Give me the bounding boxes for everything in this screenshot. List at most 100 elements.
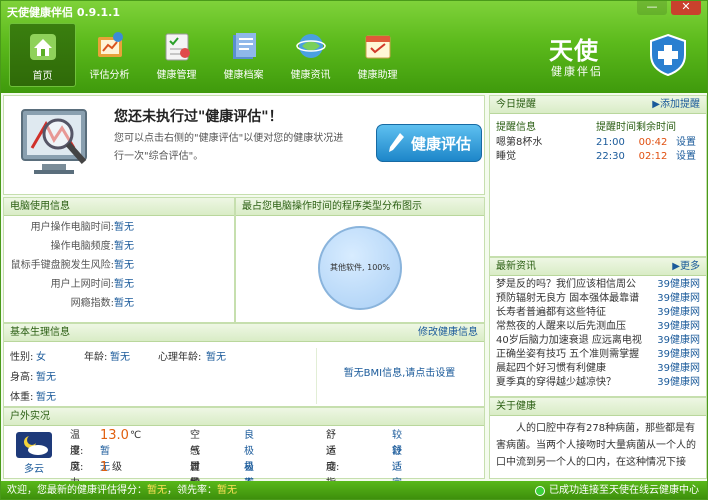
nav-home-label: 首页 (32, 71, 53, 82)
news-headline: 晨起四个好习惯有利健康 (496, 363, 606, 374)
weight-value: 暂无 (36, 392, 56, 403)
news-item[interactable]: 40岁后脑力加速衰退 应远离电视 39健康网 (496, 334, 700, 348)
outdoor-panel: 户外实况 多云 温度:13.0℃ 湿度:暂无 风力:1级 空气质量:良 感冒指数… (3, 407, 485, 499)
pc-usage-value: 暂无 (114, 279, 134, 290)
reminder-row: 睡觉 22:30 02:12 设置 (496, 150, 702, 164)
arrow-icon: ▶ (652, 99, 660, 110)
reminder-time: 22:30 (596, 151, 625, 162)
news-headline: 预防辐射无良方 固本强体最靠谱 (496, 293, 640, 304)
news-headline: 长寿者普遍都有这些特征 (496, 307, 606, 318)
news-headline: 夏季真的穿得越少越凉快？ (496, 377, 616, 388)
app-window: 天使健康伴侣 0.9.1.1 — ✕ 首页 评估分析 健康管理 健康档案 健康资… (0, 0, 708, 500)
reminder-set-link[interactable]: 设置 (676, 150, 702, 164)
news-source: 39健康网 (657, 293, 700, 304)
news-headline: 常熬夜的人醒来以后先测血压 (496, 321, 626, 332)
basic-row: 身高: 暂无 (10, 368, 310, 388)
gender-value: 女 (36, 352, 46, 363)
nav-home[interactable]: 首页 (9, 23, 76, 87)
news-item[interactable]: 梦是反的吗？我们应该相信周公 39健康网 (496, 278, 700, 292)
news-item[interactable]: 夏季真的穿得越少越凉快？ 39健康网 (496, 376, 700, 390)
about-health-title: 关于健康 (490, 398, 706, 416)
logo-main-text: 天使 (549, 37, 599, 65)
header: 天使健康伴侣 0.9.1.1 — ✕ 首页 评估分析 健康管理 健康档案 健康资… (1, 1, 707, 93)
health-evaluation-button[interactable]: 健康评估 (376, 124, 482, 162)
basic-physiology-header: 基本生理信息 修改健康信息 (4, 324, 484, 342)
window-title: 天使健康伴侣 0.9.1.1 (7, 6, 120, 19)
evaluation-banner: 您还未执行过"健康评估"！ 您可以点击右侧的"健康评估"以便对您的健康状况进行一… (3, 95, 485, 195)
management-icon (160, 29, 194, 63)
pc-usage-title: 电脑使用信息 (4, 198, 234, 216)
health-evaluation-label: 健康评估 (410, 134, 471, 153)
news-list: 梦是反的吗？我们应该相信周公 39健康网 预防辐射无良方 固本强体最靠谱 39健康网… (490, 276, 706, 392)
minimize-button[interactable]: — (637, 1, 667, 15)
gender-label: 性别: (10, 352, 34, 363)
news-source: 39健康网 (657, 349, 700, 360)
reminder-set-link[interactable]: 设置 (676, 136, 702, 150)
pc-usage-list: 用户操作电脑时间: 暂无 操作电脑频度: 暂无 鼠标手键盘腕发生风险: 暂无 用户上网… (4, 216, 234, 313)
bmi-setup-link[interactable]: 暂无BMI信息,请点击设置 (316, 348, 482, 404)
reminder-info: 睡觉 (496, 151, 516, 162)
shield-cross-icon (650, 33, 686, 77)
assistant-icon (361, 29, 395, 63)
basic-info-fields: 性别: 女 年龄: 暂无 心理年龄: 暂无 身高: 暂无 体重: 暂无 (10, 348, 310, 408)
basic-row: 体重: 暂无 (10, 388, 310, 408)
news-item[interactable]: 晨起四个好习惯有利健康 39健康网 (496, 362, 700, 376)
news-panel: 最新资讯 ▶更多 梦是反的吗？我们应该相信周公 39健康网 预防辐射无良方 固本强… (489, 257, 707, 397)
pc-usage-label: 操作电脑频度: (50, 241, 114, 252)
mental-age-value: 暂无 (206, 352, 226, 363)
monitor-magnifier-icon (21, 109, 87, 174)
weight-label: 体重: (10, 392, 34, 403)
news-source: 39健康网 (657, 307, 700, 318)
edit-health-info-link[interactable]: 修改健康信息 (418, 324, 478, 342)
reminder-panel: 今日提醒 ▶添加提醒 提醒信息 提醒时间 剩余时间 嗯第8杯水 21:00 00… (489, 95, 707, 257)
banner-text: 您可以点击右侧的"健康评估"以便对您的健康状况进行一次"综合评估"。 (114, 133, 344, 162)
pc-usage-panel: 电脑使用信息 用户操作电脑时间: 暂无 操作电脑频度: 暂无 鼠标手键盘腕发生风险:… (3, 197, 235, 323)
basic-physiology-panel: 基本生理信息 修改健康信息 性别: 女 年龄: 暂无 心理年龄: 暂无 身高: … (3, 323, 485, 407)
about-health-panel: 关于健康 人的口腔中存有278种病菌，那些都是有害病菌。当两个人接吻时大量病菌从… (489, 397, 707, 479)
basic-physiology-title: 基本生理信息 (10, 327, 70, 338)
reminder-row: 嗯第8杯水 21:00 00:42 设置 (496, 136, 702, 150)
app-logo: 天使 健康伴侣 (549, 23, 689, 83)
pc-usage-row: 用户操作电脑时间: 暂无 (4, 218, 234, 237)
news-item[interactable]: 正确坐姿有技巧 五个准则需掌握 39健康网 (496, 348, 700, 362)
news-title: 最新资讯 (496, 261, 536, 272)
temp-value: 13.0 (100, 428, 129, 443)
nav-assistant[interactable]: 健康助理 (344, 23, 411, 87)
reminder-remain: 00:42 (638, 137, 668, 148)
nav-management[interactable]: 健康管理 (143, 23, 210, 87)
pie-slice-label: 其他软件, 100% (330, 263, 390, 272)
news-item[interactable]: 常熬夜的人醒来以后先测血压 39健康网 (496, 320, 700, 334)
add-reminder-link[interactable]: ▶添加提醒 (652, 96, 700, 114)
weather-text: 多云 (24, 464, 44, 475)
wind-unit: 级 (112, 462, 122, 473)
pen-icon (388, 133, 404, 152)
pc-usage-value: 暂无 (114, 298, 134, 309)
nav-news[interactable]: 健康资讯 (277, 23, 344, 87)
connection-status: 已成功连接至天使在线云健康中心 (535, 481, 699, 499)
more-news-link[interactable]: ▶更多 (672, 258, 700, 276)
pc-usage-label: 网瘾指数: (70, 298, 114, 309)
reminder-time: 21:00 (596, 137, 625, 148)
home-icon (26, 30, 60, 64)
close-button[interactable]: ✕ (671, 1, 701, 15)
nav-archive[interactable]: 健康档案 (210, 23, 277, 87)
reminder-header: 今日提醒 ▶添加提醒 (490, 96, 706, 114)
wind-value: 1 (100, 460, 109, 475)
banner-title: 您还未执行过"健康评估"！ (114, 109, 283, 125)
nav-analysis[interactable]: 评估分析 (76, 23, 143, 87)
connection-status-text: 已成功连接至天使在线云健康中心 (549, 485, 699, 496)
pc-usage-row: 网瘾指数: 暂无 (4, 294, 234, 313)
pc-usage-value: 暂无 (114, 260, 134, 271)
news-item[interactable]: 预防辐射无良方 固本强体最靠谱 39健康网 (496, 292, 700, 306)
col-remain: 剩余时间 (636, 122, 676, 133)
pc-usage-row: 用户上网时间: 暂无 (4, 275, 234, 294)
nav-management-label: 健康管理 (156, 70, 197, 81)
news-source: 39健康网 (657, 279, 700, 290)
add-reminder-label: 添加提醒 (660, 99, 700, 110)
pc-usage-row: 操作电脑频度: 暂无 (4, 237, 234, 256)
program-distribution-panel: 最占您电脑操作时间的程序类型分布图示 其他软件, 100% (235, 197, 485, 323)
nav-analysis-label: 评估分析 (89, 70, 130, 81)
reminder-title: 今日提醒 (496, 99, 536, 110)
news-item[interactable]: 长寿者普遍都有这些特征 39健康网 (496, 306, 700, 320)
news-header: 最新资讯 ▶更多 (490, 258, 706, 276)
